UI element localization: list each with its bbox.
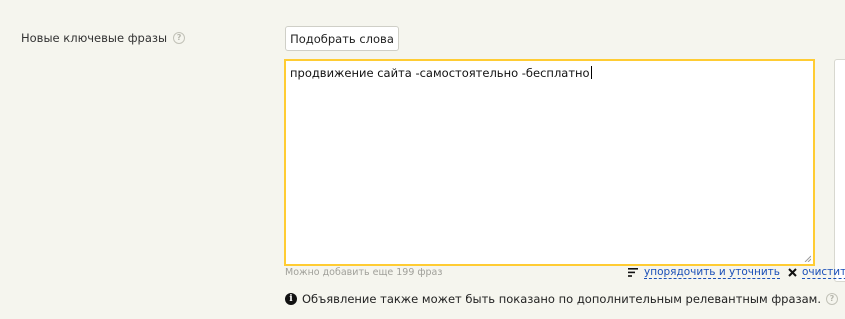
key-phrases-text: продвижение сайта -самостоятельно -беспл… bbox=[290, 66, 590, 80]
info-text: Объявление также может быть показано по … bbox=[302, 292, 821, 306]
phrases-remaining-hint: Можно добавить еще 199 фраз bbox=[285, 267, 443, 278]
info-icon: i bbox=[285, 293, 297, 305]
text-cursor bbox=[590, 66, 592, 79]
pick-words-button[interactable]: Подобрать слова bbox=[285, 26, 399, 51]
close-icon[interactable] bbox=[788, 268, 797, 277]
sort-and-refine-link[interactable]: упорядочить и уточнить bbox=[644, 266, 780, 279]
new-key-phrases-label: Новые ключевые фразы bbox=[21, 31, 168, 45]
key-phrases-textarea[interactable]: продвижение сайта -самостоятельно -беспл… bbox=[284, 59, 815, 266]
textarea-actions: упорядочить и уточнить очистить bbox=[628, 266, 845, 279]
help-icon[interactable]: ? bbox=[173, 32, 186, 44]
resize-handle-icon[interactable] bbox=[804, 255, 811, 262]
clear-link[interactable]: очистить bbox=[801, 266, 845, 279]
info-row: i Объявление также может быть показано п… bbox=[285, 292, 838, 306]
help-icon[interactable]: ? bbox=[826, 293, 838, 305]
side-panel bbox=[834, 59, 845, 282]
sort-icon bbox=[628, 268, 638, 277]
field-label-row: Новые ключевые фразы ? bbox=[21, 31, 186, 45]
